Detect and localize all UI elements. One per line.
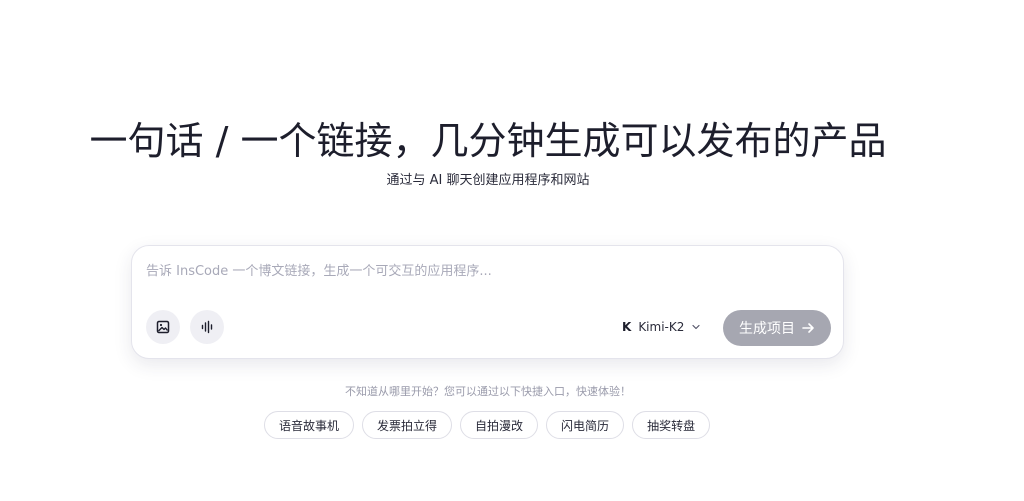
chip-flash-resume[interactable]: 闪电简历: [546, 411, 625, 439]
chip-selfie-comic[interactable]: 自拍漫改: [460, 411, 539, 439]
hero-subtitle: 通过与 AI 聊天创建应用程序和网站: [386, 173, 590, 188]
hero-title: 一句话 / 一个链接，几分钟生成可以发布的产品: [89, 119, 887, 163]
chevron-down-icon: [692, 324, 700, 330]
model-select[interactable]: K Kimi-K2: [622, 317, 701, 337]
quick-start-hint: 不知道从哪里开始？您可以通过以下快捷入口，快速体验！: [345, 385, 631, 398]
generate-project-button[interactable]: 生成项目: [723, 310, 831, 346]
page: 一句话 / 一个链接，几分钟生成可以发布的产品 通过与 AI 聊天创建应用程序和…: [0, 0, 1024, 501]
voice-waveform-icon: [201, 320, 213, 334]
chip-voice-story[interactable]: 语音故事机: [264, 411, 355, 439]
model-name: Kimi-K2: [638, 320, 685, 334]
generate-button-label: 生成项目: [739, 321, 795, 337]
chip-invoice-scan[interactable]: 发票拍立得: [362, 411, 453, 439]
image-icon: [156, 320, 170, 334]
voice-input-button[interactable]: [190, 310, 224, 344]
prompt-input[interactable]: [146, 260, 826, 282]
arrow-right-icon: [802, 323, 814, 333]
chip-lottery-wheel[interactable]: 抽奖转盘: [632, 411, 711, 439]
kimi-logo-icon: K: [622, 320, 632, 334]
prompt-box: K Kimi-K2 生成项目: [131, 245, 844, 359]
upload-image-button[interactable]: [146, 310, 180, 344]
quick-start-chips: 语音故事机 发票拍立得 自拍漫改 闪电简历 抽奖转盘: [264, 411, 711, 439]
